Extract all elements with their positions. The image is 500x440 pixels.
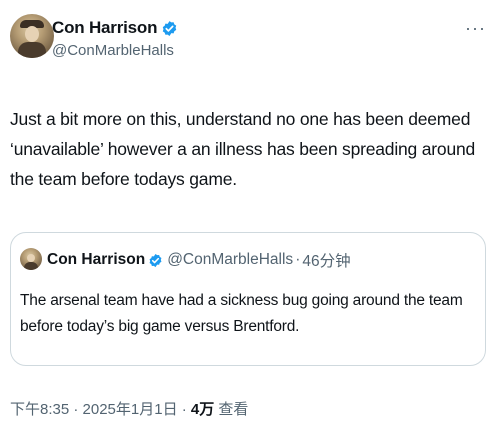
tweet-text: Just a bit more on this, understand no o… bbox=[10, 109, 476, 189]
tweet-header: Con Harrison @ConMarbleHalls ··· bbox=[10, 14, 490, 84]
views-label: 查看 bbox=[214, 401, 249, 418]
tweet-timestamp[interactable]: 下午8:35 · 2025年1月1日 · bbox=[10, 401, 191, 418]
author-avatar[interactable] bbox=[10, 14, 54, 58]
quoted-verified-badge-icon bbox=[149, 253, 162, 267]
tweet-metadata: 下午8:35 · 2025年1月1日 · 4万 查看 bbox=[10, 398, 248, 419]
quoted-author-name: Con Harrison bbox=[47, 251, 146, 268]
author-name-row: Con Harrison bbox=[52, 18, 178, 38]
quoted-tweet-text: The arsenal team have had a sickness bug… bbox=[20, 292, 463, 335]
views-count: 4万 bbox=[190, 401, 215, 418]
quoted-author-avatar bbox=[20, 248, 42, 270]
quoted-author-handle: @ConMarbleHalls bbox=[167, 251, 294, 268]
more-options-icon[interactable]: ··· bbox=[465, 18, 486, 39]
author-handle[interactable]: @ConMarbleHalls bbox=[52, 42, 174, 59]
quoted-time: 46分钟 bbox=[302, 253, 351, 270]
quoted-author-row: Con Harrison @ConMarbleHalls · 46分钟 bbox=[47, 249, 351, 271]
quoted-separator: · bbox=[295, 251, 301, 268]
verified-badge-icon bbox=[163, 20, 177, 36]
quoted-tweet[interactable]: Con Harrison @ConMarbleHalls · 46分钟 The … bbox=[10, 232, 486, 366]
author-display-name[interactable]: Con Harrison bbox=[52, 18, 157, 38]
